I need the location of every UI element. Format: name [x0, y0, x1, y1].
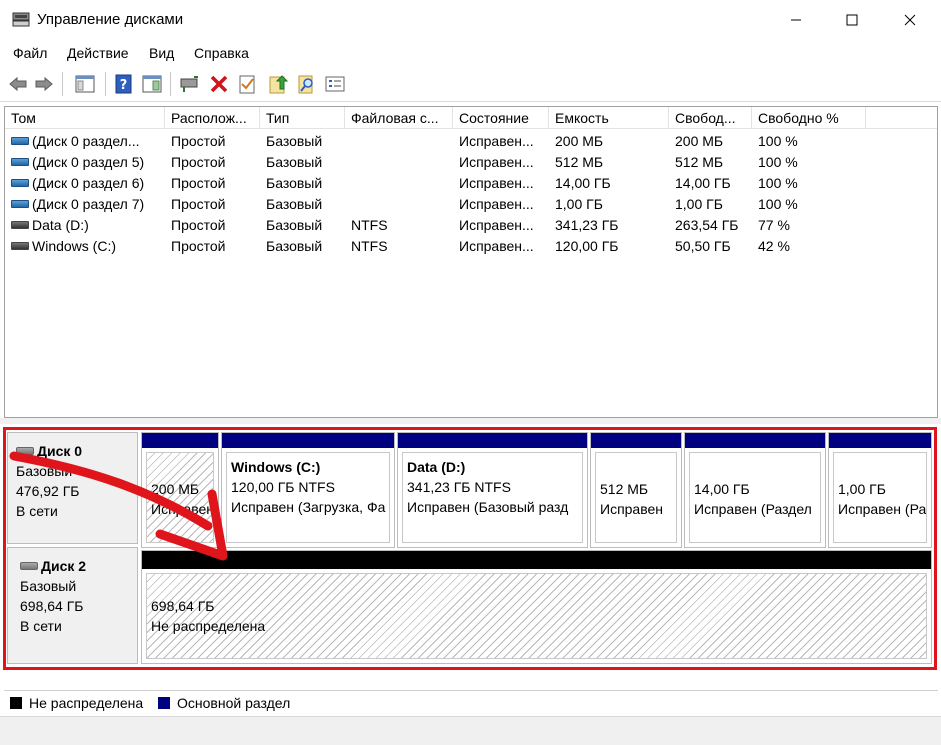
status-bar [0, 716, 941, 745]
legend-unallocated-swatch [10, 697, 22, 709]
legend-unallocated-label: Не распределена [29, 695, 144, 711]
legend: Не распределена Основной раздел [4, 690, 938, 714]
legend-primary-swatch [158, 697, 170, 709]
annotation-arrow [9, 451, 228, 561]
legend-primary-label: Основной раздел [177, 695, 291, 711]
